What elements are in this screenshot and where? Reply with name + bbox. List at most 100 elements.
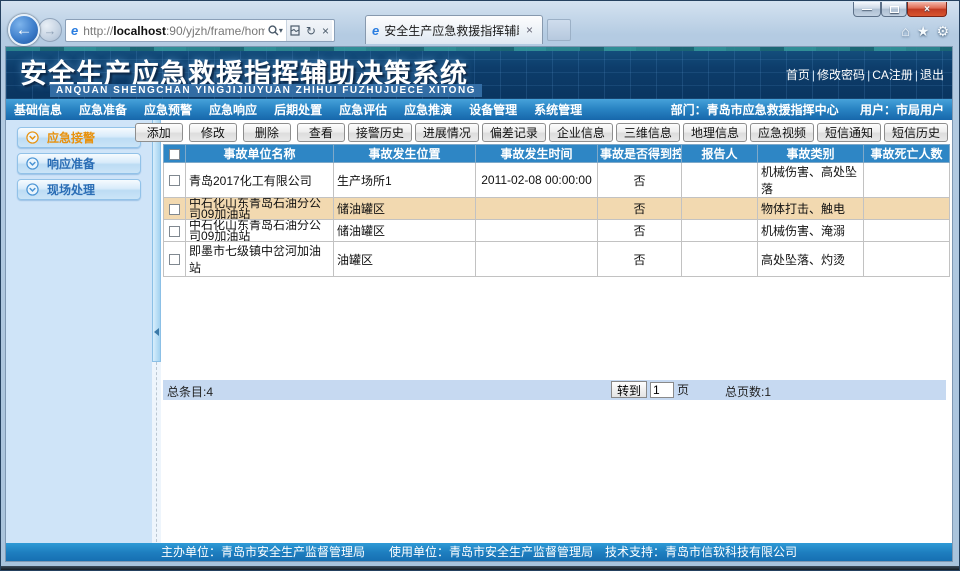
- page-number-input[interactable]: [650, 382, 674, 398]
- table-header-row: 事故单位名称 事故发生位置 事故发生时间 事故是否得到控制 报告人 事故类别 事…: [164, 145, 950, 163]
- search-icon: [268, 25, 279, 36]
- menu-item-equipment-management[interactable]: 设备管理: [469, 101, 517, 118]
- menu-item-emergency-preparation[interactable]: 应急准备: [79, 101, 127, 118]
- col-reporter: 报告人: [682, 145, 758, 163]
- col-deaths: 事故死亡人数: [864, 145, 950, 163]
- url-text: http://localhost:90/yjzh/frame/homepage.…: [83, 24, 265, 38]
- menu-item-emergency-drill[interactable]: 应急推演: [404, 101, 452, 118]
- maximize-icon: [890, 6, 899, 13]
- tab-close-button[interactable]: ×: [523, 23, 536, 37]
- window-close-button[interactable]: ×: [907, 2, 947, 17]
- window-minimize-button[interactable]: —: [853, 2, 881, 17]
- row-checkbox[interactable]: [169, 175, 180, 186]
- browser-window: — × ← → e http://localhost:90/yjzh/frame…: [0, 0, 960, 571]
- link-change-password[interactable]: 修改密码: [817, 68, 865, 82]
- menu-item-system-management[interactable]: 系统管理: [534, 101, 582, 118]
- footer-text: 主办单位：青岛市安全生产监督管理局 使用单位：青岛市安全生产监督管理局 技术支持…: [161, 545, 797, 559]
- emergency-video-button[interactable]: 应急视频: [750, 123, 814, 142]
- sidebar-item-label: 现场处理: [47, 181, 95, 198]
- sidebar-item-response-preparation[interactable]: 响应准备: [17, 153, 141, 174]
- goto-page-button[interactable]: 转到: [611, 381, 647, 398]
- pagination-bar: 总条目:4 转到 页 总页数:1: [163, 380, 946, 400]
- sidebar-item-scene-handling[interactable]: 现场处理: [17, 179, 141, 200]
- sidebar-item-label: 应急接警: [47, 129, 95, 146]
- delete-button[interactable]: 删除: [243, 123, 291, 142]
- compatibility-view-icon: [290, 25, 300, 36]
- row-checkbox[interactable]: [169, 226, 180, 237]
- collapse-arrow-icon[interactable]: [154, 328, 159, 336]
- menu-item-emergency-response[interactable]: 应急响应: [209, 101, 257, 118]
- enterprise-info-button[interactable]: 企业信息: [549, 123, 613, 142]
- window-controls: — ×: [853, 2, 947, 17]
- table-row[interactable]: 青岛2017化工有限公司 生产场所1 2011-02-08 00:00:00 否…: [164, 163, 950, 198]
- page-suffix-label: 页: [677, 381, 689, 398]
- search-caret-icon: ▾: [279, 26, 283, 35]
- chevron-circle-icon: [26, 157, 39, 170]
- link-ca-register[interactable]: CA注册: [872, 68, 913, 82]
- sidebar-item-label: 响应准备: [47, 155, 95, 172]
- minimize-icon: —: [862, 4, 872, 15]
- taskbar-edge: [1, 566, 959, 570]
- total-items-label: 总条目:4: [167, 383, 213, 400]
- add-button[interactable]: 添加: [135, 123, 183, 142]
- search-button[interactable]: ▾: [265, 25, 286, 36]
- main-panel: 添加 修改 删除 查看 接警历史 进展情况 偏差记录 企业信息 三维信息 地理信…: [161, 120, 952, 547]
- refresh-button[interactable]: ↻: [303, 24, 319, 38]
- total-pages-label: 总页数:1: [725, 383, 771, 400]
- sms-notify-button[interactable]: 短信通知: [817, 123, 881, 142]
- page-subtitle: ANQUAN SHENGCHAN YINGJIJIUYUAN ZHIHUI FU…: [50, 84, 482, 97]
- favorites-star-icon[interactable]: ★: [917, 23, 930, 39]
- row-checkbox[interactable]: [169, 254, 180, 265]
- content-area: 应急接警 响应准备 现场处理 添加 修改: [6, 120, 952, 547]
- table-row[interactable]: 中石化山东青岛石油分公司09加油站 储油罐区 否 机械伤害、淹溺: [164, 220, 950, 242]
- menu-item-emergency-warning[interactable]: 应急预警: [144, 101, 192, 118]
- 3d-info-button[interactable]: 三维信息: [616, 123, 680, 142]
- menu-item-emergency-evaluation[interactable]: 应急评估: [339, 101, 387, 118]
- table-row[interactable]: 即墨市七级镇中岔河加油站 油罐区 否 高处坠落、灼烫: [164, 242, 950, 277]
- window-close-icon: ×: [924, 4, 930, 15]
- row-checkbox[interactable]: [169, 204, 180, 215]
- geographic-info-button[interactable]: 地理信息: [683, 123, 747, 142]
- tab-favicon-icon: e: [372, 23, 379, 38]
- menu-item-post-disposal[interactable]: 后期处置: [274, 101, 322, 118]
- col-time: 事故发生时间: [476, 145, 598, 163]
- main-menu: 基础信息 应急准备 应急预警 应急响应 后期处置 应急评估 应急推演 设备管理 …: [6, 99, 952, 120]
- department-label: 部门：青岛市应急救援指挥中心: [671, 103, 839, 117]
- header-links: 首页|修改密码|CA注册|退出: [786, 66, 944, 83]
- modify-button[interactable]: 修改: [189, 123, 237, 142]
- deviation-record-button[interactable]: 偏差记录: [482, 123, 546, 142]
- table-row-selected[interactable]: 中石化山东青岛石油分公司09加油站 储油罐区 否 物体打击、触电: [164, 198, 950, 220]
- home-icon[interactable]: ⌂: [901, 23, 909, 39]
- sidebar-item-emergency-alarm[interactable]: 应急接警: [17, 127, 141, 148]
- address-bar-tools: ▾ ↻ ×: [265, 20, 332, 41]
- sidebar-splitter[interactable]: [152, 120, 161, 547]
- tab-title: 安全生产应急救援指挥辅助...: [384, 22, 519, 39]
- new-tab-button[interactable]: [547, 19, 571, 41]
- link-logout[interactable]: 退出: [920, 68, 944, 82]
- address-bar[interactable]: e http://localhost:90/yjzh/frame/homepag…: [65, 19, 335, 42]
- col-controlled: 事故是否得到控制: [598, 145, 682, 163]
- alarm-history-button[interactable]: 接警历史: [348, 123, 412, 142]
- chevron-circle-icon: [26, 131, 39, 144]
- view-button[interactable]: 查看: [297, 123, 345, 142]
- ie-favicon-icon: e: [71, 23, 78, 38]
- select-all-checkbox[interactable]: [169, 149, 180, 160]
- browser-forward-button[interactable]: →: [38, 18, 62, 42]
- browser-back-button[interactable]: ←: [8, 14, 40, 46]
- menu-item-basic-info[interactable]: 基础信息: [14, 101, 62, 118]
- progress-button[interactable]: 进展情况: [415, 123, 479, 142]
- sms-history-button[interactable]: 短信历史: [884, 123, 948, 142]
- toolbar: 添加 修改 删除 查看 接警历史 进展情况 偏差记录 企业信息 三维信息 地理信…: [129, 123, 948, 142]
- app-footer: 主办单位：青岛市安全生产监督管理局 使用单位：青岛市安全生产监督管理局 技术支持…: [6, 543, 952, 561]
- browser-toolbar: ← → e http://localhost:90/yjzh/frame/hom…: [1, 15, 959, 46]
- window-maximize-button[interactable]: [881, 2, 907, 17]
- col-unit-name: 事故单位名称: [186, 145, 334, 163]
- browser-tab[interactable]: e 安全生产应急救援指挥辅助... ×: [365, 15, 543, 44]
- settings-gear-icon[interactable]: ⚙: [936, 23, 949, 39]
- stop-button[interactable]: ×: [319, 24, 332, 38]
- browser-action-icons: ⌂ ★ ⚙: [901, 23, 949, 39]
- compatibility-view-button[interactable]: [287, 25, 303, 36]
- user-label: 用户：市局用户: [860, 103, 944, 117]
- forward-arrow-icon: →: [44, 23, 57, 38]
- link-home[interactable]: 首页: [786, 68, 810, 82]
